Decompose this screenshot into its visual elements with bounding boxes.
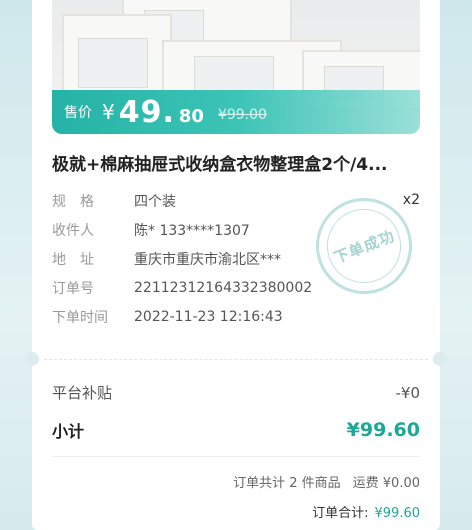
subsidy-label: 平台补贴 bbox=[52, 384, 113, 402]
order-count-text: 订单共计 2 件商品 bbox=[233, 476, 341, 491]
detail-row-order-time: 下单时间 2022-11-23 12:16:43 bbox=[52, 302, 420, 331]
subsidy-value: -¥0 bbox=[395, 383, 421, 402]
price-integer: 49. bbox=[118, 94, 175, 130]
subtotal-label: 小计 bbox=[52, 422, 85, 441]
order-total-line: 订单合计: ¥99.60 bbox=[312, 502, 420, 521]
order-time-label: 下单时间 bbox=[52, 309, 108, 326]
currency-symbol: ¥ bbox=[102, 100, 115, 124]
spec-label: 规 格 bbox=[52, 193, 94, 210]
original-price: ¥99.00 bbox=[217, 107, 267, 123]
stamp-text: 下单成功 bbox=[315, 197, 413, 295]
address-label: 地 址 bbox=[52, 251, 94, 268]
order-count-line: 订单共计 2 件商品 运费 ¥0.00 bbox=[233, 472, 420, 491]
subtotal-value: ¥99.60 bbox=[346, 419, 420, 441]
price-band: 售价 ¥ 49. 80 ¥99.00 bbox=[52, 90, 420, 134]
product-title[interactable]: 极就+棉麻抽屉式收纳盒衣物整理盒2个/4... bbox=[52, 150, 422, 175]
order-total-label: 订单合计: bbox=[312, 506, 369, 521]
product-image[interactable]: 售价 ¥ 49. 80 ¥99.00 bbox=[52, 0, 420, 134]
price-decimal: 80 bbox=[178, 105, 204, 127]
shipping-text: 运费 ¥0.00 bbox=[352, 476, 420, 491]
subtotal-row: 小计 ¥99.60 bbox=[52, 418, 420, 442]
price-label: 售价 bbox=[64, 105, 92, 121]
order-time-value: 2022-11-23 12:16:43 bbox=[134, 308, 283, 325]
order-card: 售价 ¥ 49. 80 ¥99.00 极就+棉麻抽屉式收纳盒衣物整理盒2个/4.… bbox=[25, 0, 447, 530]
order-number-label: 订单号 bbox=[52, 280, 94, 297]
divider bbox=[52, 456, 420, 457]
ticket-notch-left bbox=[25, 352, 39, 366]
recipient-label: 收件人 bbox=[52, 222, 94, 239]
subsidy-row: 平台补贴 -¥0 bbox=[52, 382, 420, 403]
dashed-divider bbox=[44, 359, 428, 360]
order-total-value: ¥99.60 bbox=[374, 506, 421, 521]
ticket-notch-right bbox=[433, 352, 447, 366]
